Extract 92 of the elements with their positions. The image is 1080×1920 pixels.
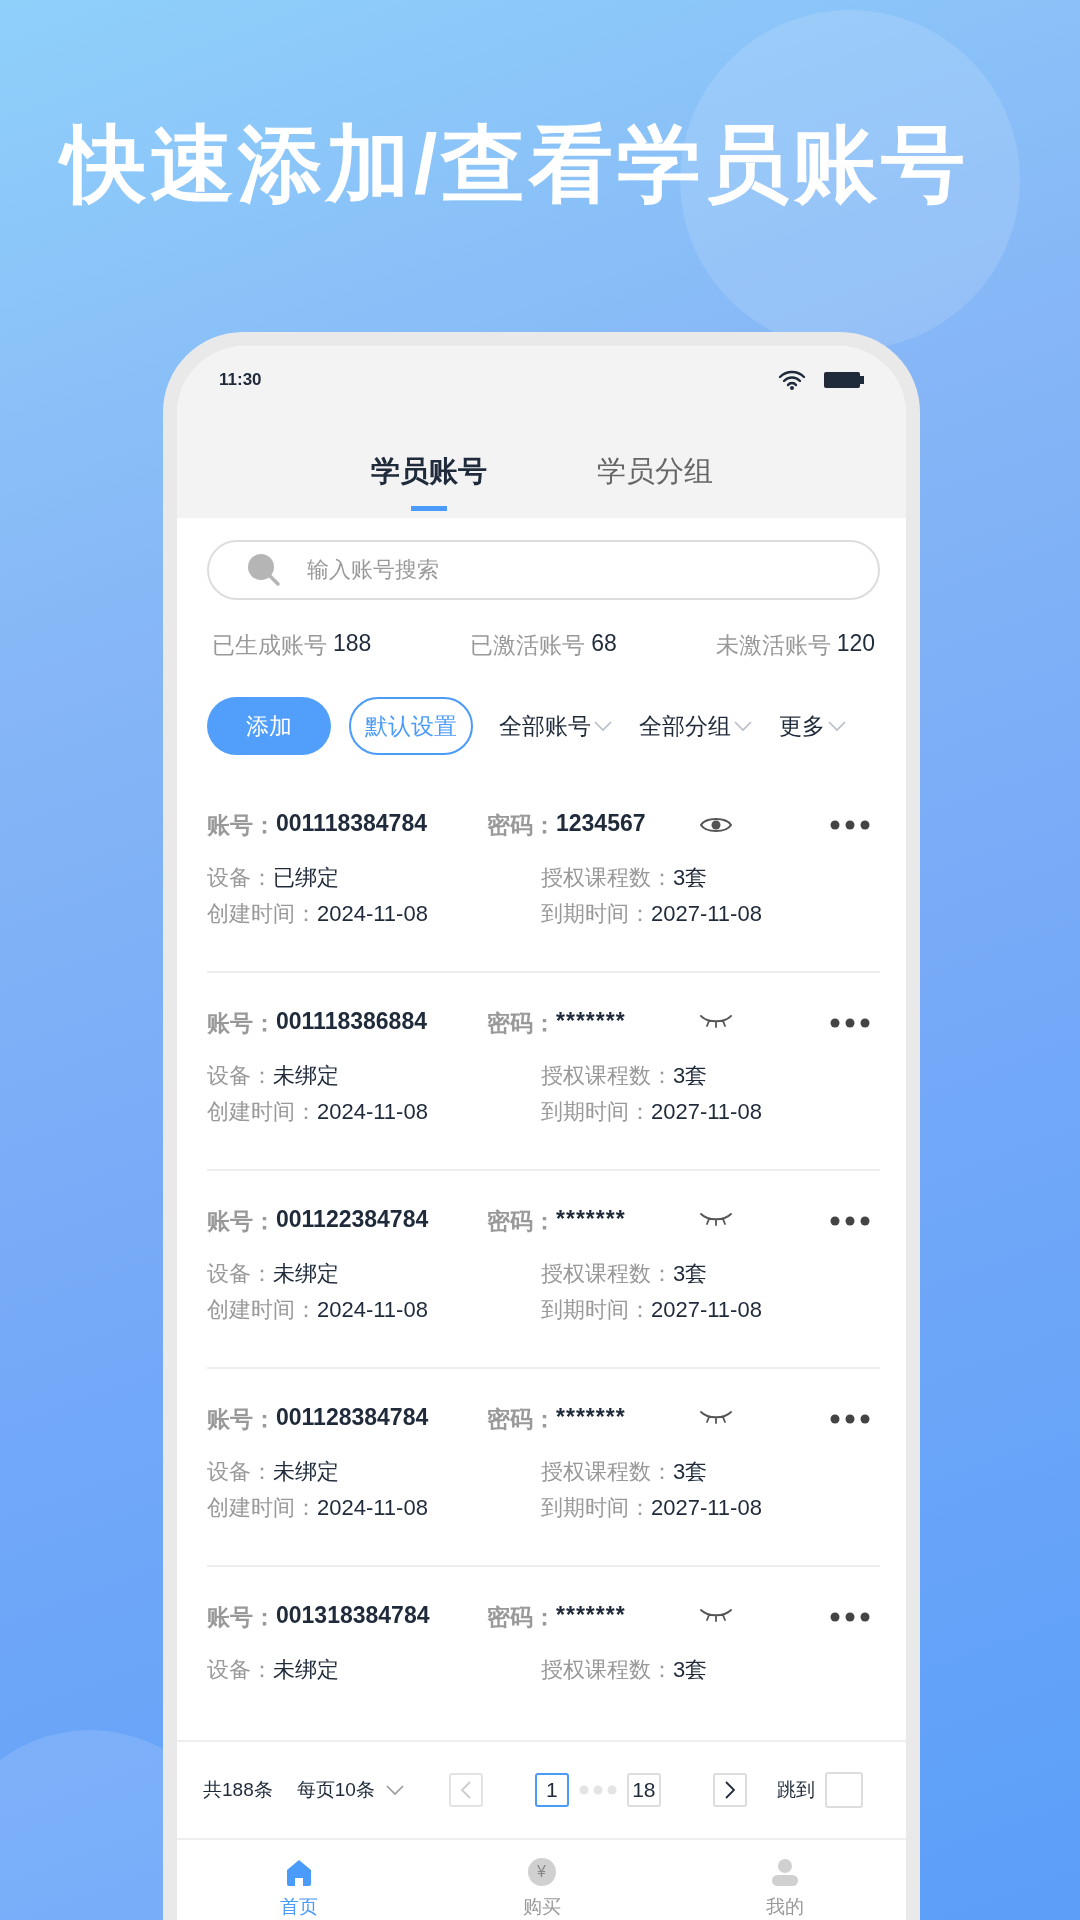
field-value: 3套 [673, 1062, 708, 1091]
field-label: 授权课程数： [541, 864, 673, 893]
field-label: 授权课程数： [541, 1656, 673, 1685]
password-value: ******* [556, 1205, 626, 1234]
field-label: 到期时间： [541, 1296, 651, 1325]
field-label: 账号： [207, 810, 276, 840]
field-value: 未绑定 [273, 1260, 339, 1289]
field-label: 设备： [207, 1062, 273, 1091]
field-value: 2027-11-08 [651, 1494, 762, 1523]
field-label: 创建时间： [207, 1098, 317, 1127]
battery-icon [824, 371, 864, 390]
field-value: 3套 [673, 1260, 708, 1289]
field-label: 到期时间： [541, 900, 651, 929]
field-label: 账号： [207, 1008, 276, 1038]
stat-label: 已激活账号 [470, 631, 586, 661]
account-number: 001118384784 [276, 809, 427, 838]
field-value: 未绑定 [273, 1458, 339, 1487]
filter-dropdown[interactable]: 全部分组 [639, 710, 753, 742]
tab[interactable]: 学员分组 [596, 452, 713, 512]
field-value: 2027-11-08 [651, 900, 762, 929]
page-button[interactable]: 18 [626, 1773, 661, 1807]
wifi-icon [778, 370, 806, 391]
field-label: 账号： [207, 1404, 276, 1434]
page-input[interactable] [824, 1772, 863, 1808]
field-label: 授权课程数： [541, 1458, 673, 1487]
stat-label: 已生成账号 [212, 631, 327, 661]
field-label: 账号： [207, 1602, 276, 1632]
search-field[interactable]: 输入账号搜索 [207, 540, 880, 601]
total-count: 共188条 [203, 1778, 273, 1802]
field-label: 到期时间： [541, 1098, 651, 1127]
account-number: 001128384784 [276, 1403, 429, 1432]
field-label: 账号： [207, 1206, 276, 1236]
home-icon[interactable] [284, 1858, 313, 1886]
search-icon [247, 553, 281, 588]
stat-value: 68 [591, 630, 617, 659]
field-label: 到期时间： [541, 1494, 651, 1523]
field-value: 未绑定 [273, 1656, 339, 1685]
more-icon[interactable] [830, 1216, 870, 1227]
chevron-right-icon [722, 1780, 737, 1800]
password-value: 1234567 [556, 809, 646, 838]
field-label: 创建时间： [207, 900, 317, 929]
status-time: 11:30 [219, 370, 262, 391]
more-icon[interactable] [830, 820, 870, 831]
field-label: 密码： [487, 1008, 556, 1038]
field-label: 设备： [207, 1458, 273, 1487]
tab[interactable]: 学员账号 [370, 452, 487, 512]
field-value: 3套 [673, 864, 708, 893]
field-label: 授权课程数： [541, 1260, 673, 1289]
field-label: 设备： [207, 1656, 273, 1685]
field-value: 3套 [673, 1656, 708, 1685]
more-icon[interactable] [830, 1612, 870, 1623]
field-value: 2027-11-08 [651, 1296, 762, 1325]
more-icon[interactable] [830, 1414, 870, 1425]
stat-value: 188 [333, 630, 372, 659]
field-label: 密码： [487, 810, 556, 840]
password-value: ******* [556, 1403, 626, 1432]
account-number: 001118386884 [276, 1007, 427, 1036]
field-value: 2027-11-08 [651, 1098, 762, 1127]
field-value: 3套 [673, 1458, 708, 1487]
password-value: ******* [556, 1601, 626, 1630]
field-label: 密码： [487, 1206, 556, 1236]
field-value: 2024-11-08 [317, 1494, 428, 1523]
field-label: 设备： [207, 864, 273, 893]
field-value: 2024-11-08 [317, 1098, 428, 1127]
field-label: 创建时间： [207, 1494, 317, 1523]
field-label: 创建时间： [207, 1296, 317, 1325]
chevron-down-icon [593, 719, 613, 734]
jump-label: 跳到 [776, 1778, 815, 1802]
field-label: 密码： [487, 1404, 556, 1434]
field-value: 未绑定 [273, 1062, 339, 1091]
next-page-button[interactable] [712, 1773, 747, 1807]
field-value: 2024-11-08 [317, 900, 428, 929]
filter-dropdown[interactable]: 更多 [779, 710, 847, 742]
chevron-left-icon [458, 1780, 473, 1800]
stat-label: 未激活账号 [715, 631, 831, 661]
field-label: 密码： [487, 1602, 556, 1632]
ellipsis-icon [578, 1785, 617, 1795]
field-label: 授权课程数： [541, 1062, 673, 1091]
password-value: ******* [556, 1007, 626, 1036]
more-icon[interactable] [830, 1018, 870, 1029]
stat-value: 120 [836, 630, 875, 659]
field-label: 设备： [207, 1260, 273, 1289]
chevron-down-icon [384, 1783, 405, 1797]
filter-dropdown[interactable]: 全部账号 [499, 710, 613, 742]
account-number: 001122384784 [276, 1205, 429, 1234]
chevron-down-icon [733, 719, 753, 734]
field-value: 2024-11-08 [317, 1296, 428, 1325]
field-value: 已绑定 [273, 864, 339, 893]
page-size-dropdown[interactable]: 每页10条 [296, 1777, 405, 1803]
page-button[interactable]: 1 [534, 1773, 569, 1807]
account-number: 001318384784 [276, 1601, 430, 1630]
chevron-down-icon [827, 719, 847, 734]
